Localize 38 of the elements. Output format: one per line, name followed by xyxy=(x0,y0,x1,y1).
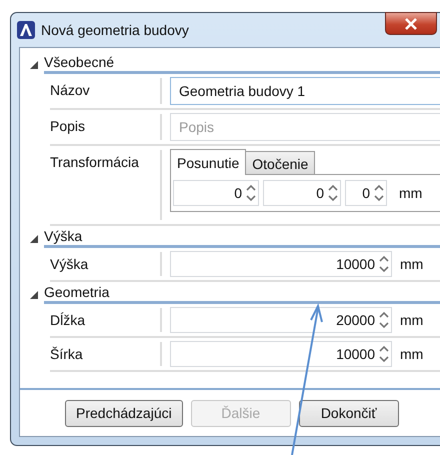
expanded-triangle-icon[interactable] xyxy=(30,291,38,299)
app-logo-icon xyxy=(17,21,35,39)
field-label: Výška xyxy=(50,255,90,274)
unit-label: mm xyxy=(399,185,422,201)
number-field[interactable]: 10000 xyxy=(170,251,392,277)
field-value: 0 xyxy=(316,185,324,201)
field-label: Transformácia xyxy=(50,153,140,172)
field-label: Popis xyxy=(50,117,86,136)
expanded-triangle-icon[interactable] xyxy=(30,235,38,243)
window-title: Nová geometria budovy xyxy=(41,22,189,38)
text-field[interactable]: Geometria budovy 1 xyxy=(170,77,440,105)
field-value: 20000 xyxy=(336,312,375,328)
unit-label: mm xyxy=(400,256,424,272)
number-field[interactable]: 20000 xyxy=(170,307,392,333)
field-value: 10000 xyxy=(336,256,375,272)
field-value: 10000 xyxy=(336,346,375,362)
number-field[interactable]: 0 xyxy=(263,180,341,206)
number-field[interactable]: 0 xyxy=(173,180,259,206)
expanded-triangle-icon[interactable] xyxy=(30,61,38,69)
tab[interactable]: Posunutie xyxy=(170,149,246,175)
wizard-button[interactable]: Dokončiť xyxy=(298,400,399,426)
close-icon xyxy=(404,18,418,30)
text-field[interactable]: Popis xyxy=(170,113,440,141)
close-button[interactable] xyxy=(385,12,437,35)
number-field[interactable]: 0 xyxy=(345,180,387,206)
section-title: Výška xyxy=(44,228,440,248)
section-title: Geometria xyxy=(44,284,440,304)
number-field[interactable]: 10000 xyxy=(170,341,392,367)
tab[interactable]: Otočenie xyxy=(245,151,316,175)
field-value: 0 xyxy=(234,185,242,201)
unit-label: mm xyxy=(400,346,424,362)
unit-label: mm xyxy=(400,312,424,328)
wizard-button[interactable]: Predchádzajúci xyxy=(65,400,183,426)
field-value: 0 xyxy=(362,185,370,201)
section-title: Všeobecné xyxy=(44,54,440,74)
field-label: Názov xyxy=(50,81,91,100)
field-label: Dĺžka xyxy=(50,311,86,330)
field-label: Šírka xyxy=(50,345,84,364)
